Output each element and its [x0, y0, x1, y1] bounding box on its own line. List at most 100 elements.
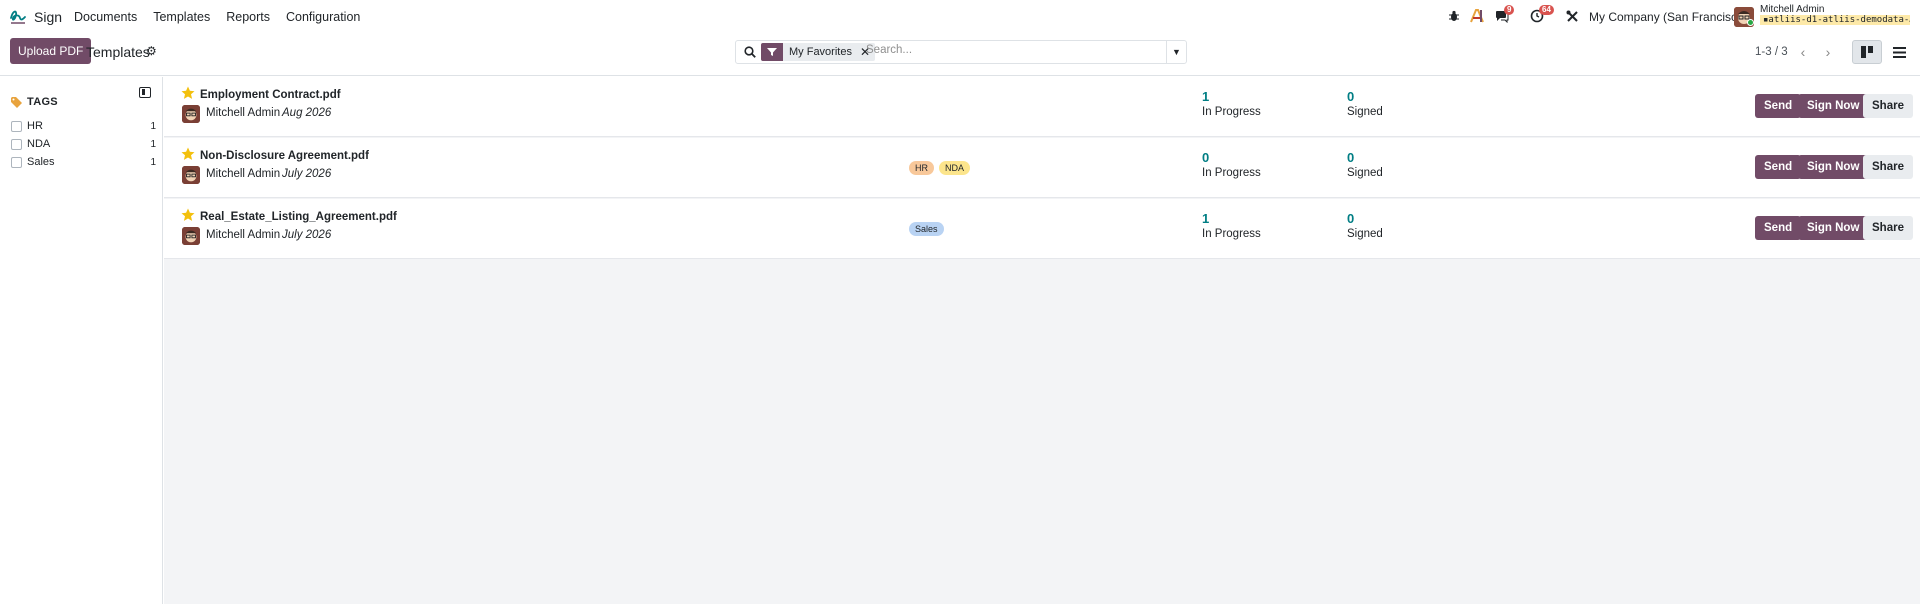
sign-app-logo[interactable] — [8, 6, 28, 26]
template-owner: Mitchell Admin — [206, 168, 281, 180]
template-record[interactable]: Employment Contract.pdf Mitchell Admin A… — [164, 77, 1920, 137]
tag-filter-label: Sales — [27, 156, 55, 168]
database-name: ▪atliis-d1-atliis-demodata-… — [1760, 15, 1910, 25]
upload-pdf-button[interactable]: Upload PDF — [10, 38, 92, 64]
tags-heading-label: TAGS — [27, 96, 58, 108]
templates-list: Employment Contract.pdf Mitchell Admin A… — [164, 77, 1920, 604]
sign-now-button[interactable]: Sign Now — [1798, 216, 1869, 240]
bug-icon[interactable] — [1446, 8, 1462, 24]
template-name[interactable]: Employment Contract.pdf — [200, 89, 341, 101]
tag-nda: NDA — [939, 161, 971, 175]
avatar — [182, 105, 200, 123]
pager-value[interactable]: 1-3 / 3 — [1755, 46, 1788, 58]
tags-heading: TAGS — [11, 96, 58, 108]
top-navbar: Sign Documents Templates Reports Configu… — [0, 0, 1920, 32]
search-facet: My Favorites ✕ — [761, 43, 876, 61]
template-owner: Mitchell Admin — [206, 107, 281, 119]
checkbox[interactable] — [11, 156, 22, 168]
company-switcher[interactable]: My Company (San Francisco) — [1589, 10, 1748, 24]
template-record[interactable]: Real_Estate_Listing_Agreement.pdf Mitche… — [164, 199, 1920, 259]
in-progress-label: In Progress — [1202, 106, 1261, 118]
favorite-star-icon[interactable] — [181, 147, 195, 161]
menu-configuration[interactable]: Configuration — [286, 10, 360, 24]
gear-icon[interactable]: ⚙ — [146, 44, 157, 58]
tag-filter-count: 1 — [150, 156, 156, 168]
checkbox[interactable] — [11, 138, 22, 150]
menu-reports[interactable]: Reports — [226, 10, 270, 24]
share-button[interactable]: Share — [1863, 94, 1913, 118]
activities-badge: 64 — [1539, 5, 1554, 15]
app-name[interactable]: Sign — [34, 9, 62, 25]
checkbox[interactable] — [11, 120, 22, 132]
kanban-view-button[interactable] — [1852, 40, 1882, 64]
online-status-indicator — [1747, 19, 1754, 26]
template-name[interactable]: Real_Estate_Listing_Agreement.pdf — [200, 211, 397, 223]
pager-previous-icon[interactable]: ‹ — [1794, 42, 1812, 62]
favorite-star-icon[interactable] — [181, 208, 195, 222]
avatar — [182, 227, 200, 245]
tag-filter-sales[interactable]: Sales 1 — [11, 154, 156, 170]
menu-documents[interactable]: Documents — [74, 10, 137, 24]
in-progress-label: In Progress — [1202, 167, 1261, 179]
tag-filter-count: 1 — [150, 138, 156, 150]
in-progress-label: In Progress — [1202, 228, 1261, 240]
search-icon[interactable] — [744, 46, 756, 58]
send-button[interactable]: Send — [1755, 94, 1802, 118]
signed-label: Signed — [1347, 167, 1383, 179]
messages-icon[interactable]: 9 — [1494, 5, 1515, 24]
template-date: July 2026 — [282, 168, 332, 180]
in-progress-count[interactable]: 0 — [1202, 150, 1209, 165]
share-button[interactable]: Share — [1863, 155, 1913, 179]
signed-label: Signed — [1347, 106, 1383, 118]
list-view-button[interactable] — [1884, 40, 1914, 64]
facet-label: My Favorites — [783, 43, 858, 61]
in-progress-count[interactable]: 1 — [1202, 211, 1209, 226]
send-button[interactable]: Send — [1755, 155, 1802, 179]
template-date: Aug 2026 — [282, 107, 332, 119]
search-bar: My Favorites ✕ ▼ — [735, 40, 1187, 64]
tag-filter-label: HR — [27, 120, 43, 132]
page-title: Templates — [86, 44, 150, 60]
template-tags: Sales — [909, 222, 944, 236]
sign-now-button[interactable]: Sign Now — [1798, 94, 1869, 118]
messages-badge: 9 — [1504, 5, 1515, 15]
pager-next-icon[interactable]: › — [1819, 42, 1837, 62]
search-input[interactable] — [866, 44, 1166, 56]
in-progress-count[interactable]: 1 — [1202, 89, 1209, 104]
template-owner: Mitchell Admin — [206, 229, 281, 241]
template-date: July 2026 — [282, 229, 332, 241]
menu-templates[interactable]: Templates — [153, 10, 210, 24]
avatar — [182, 166, 200, 184]
signed-count[interactable]: 0 — [1347, 89, 1354, 104]
activities-clock-icon[interactable]: 64 — [1529, 5, 1554, 24]
tools-icon[interactable] — [1564, 8, 1580, 24]
favorite-star-icon[interactable] — [181, 86, 195, 100]
share-button[interactable]: Share — [1863, 216, 1913, 240]
ai-assistant-icon[interactable] — [1469, 8, 1485, 24]
list-icon — [1892, 46, 1906, 58]
search-options-dropdown-icon[interactable]: ▼ — [1166, 41, 1186, 63]
tag-filter-label: NDA — [27, 138, 51, 150]
user-name[interactable]: Mitchell Admin — [1760, 4, 1824, 15]
kanban-icon — [1860, 46, 1873, 58]
tag-filter-hr[interactable]: HR 1 — [11, 118, 156, 134]
signed-label: Signed — [1347, 228, 1383, 240]
signed-count[interactable]: 0 — [1347, 150, 1354, 165]
filter-icon — [761, 43, 783, 61]
database-label: atliis-d1-atliis-demodata-… — [1768, 15, 1910, 25]
tag-hr: HR — [909, 161, 934, 175]
tag-filter-count: 1 — [150, 120, 156, 132]
template-name[interactable]: Non-Disclosure Agreement.pdf — [200, 150, 369, 162]
tag-icon — [11, 96, 22, 108]
tag-filter-nda[interactable]: NDA 1 — [11, 136, 156, 152]
sign-now-button[interactable]: Sign Now — [1798, 155, 1869, 179]
signed-count[interactable]: 0 — [1347, 211, 1354, 226]
collapse-sidebar-icon[interactable] — [139, 87, 151, 98]
tag-sales: Sales — [909, 222, 944, 236]
send-button[interactable]: Send — [1755, 216, 1802, 240]
template-record[interactable]: Non-Disclosure Agreement.pdf Mitchell Ad… — [164, 138, 1920, 198]
main-menu: Documents Templates Reports Configuratio… — [74, 10, 376, 24]
template-tags: HR NDA — [909, 161, 971, 175]
control-panel: Upload PDF Templates ⚙ My Favorites ✕ ▼ … — [0, 32, 1920, 76]
tags-sidebar: TAGS HR 1 NDA 1 Sales 1 — [0, 77, 163, 604]
